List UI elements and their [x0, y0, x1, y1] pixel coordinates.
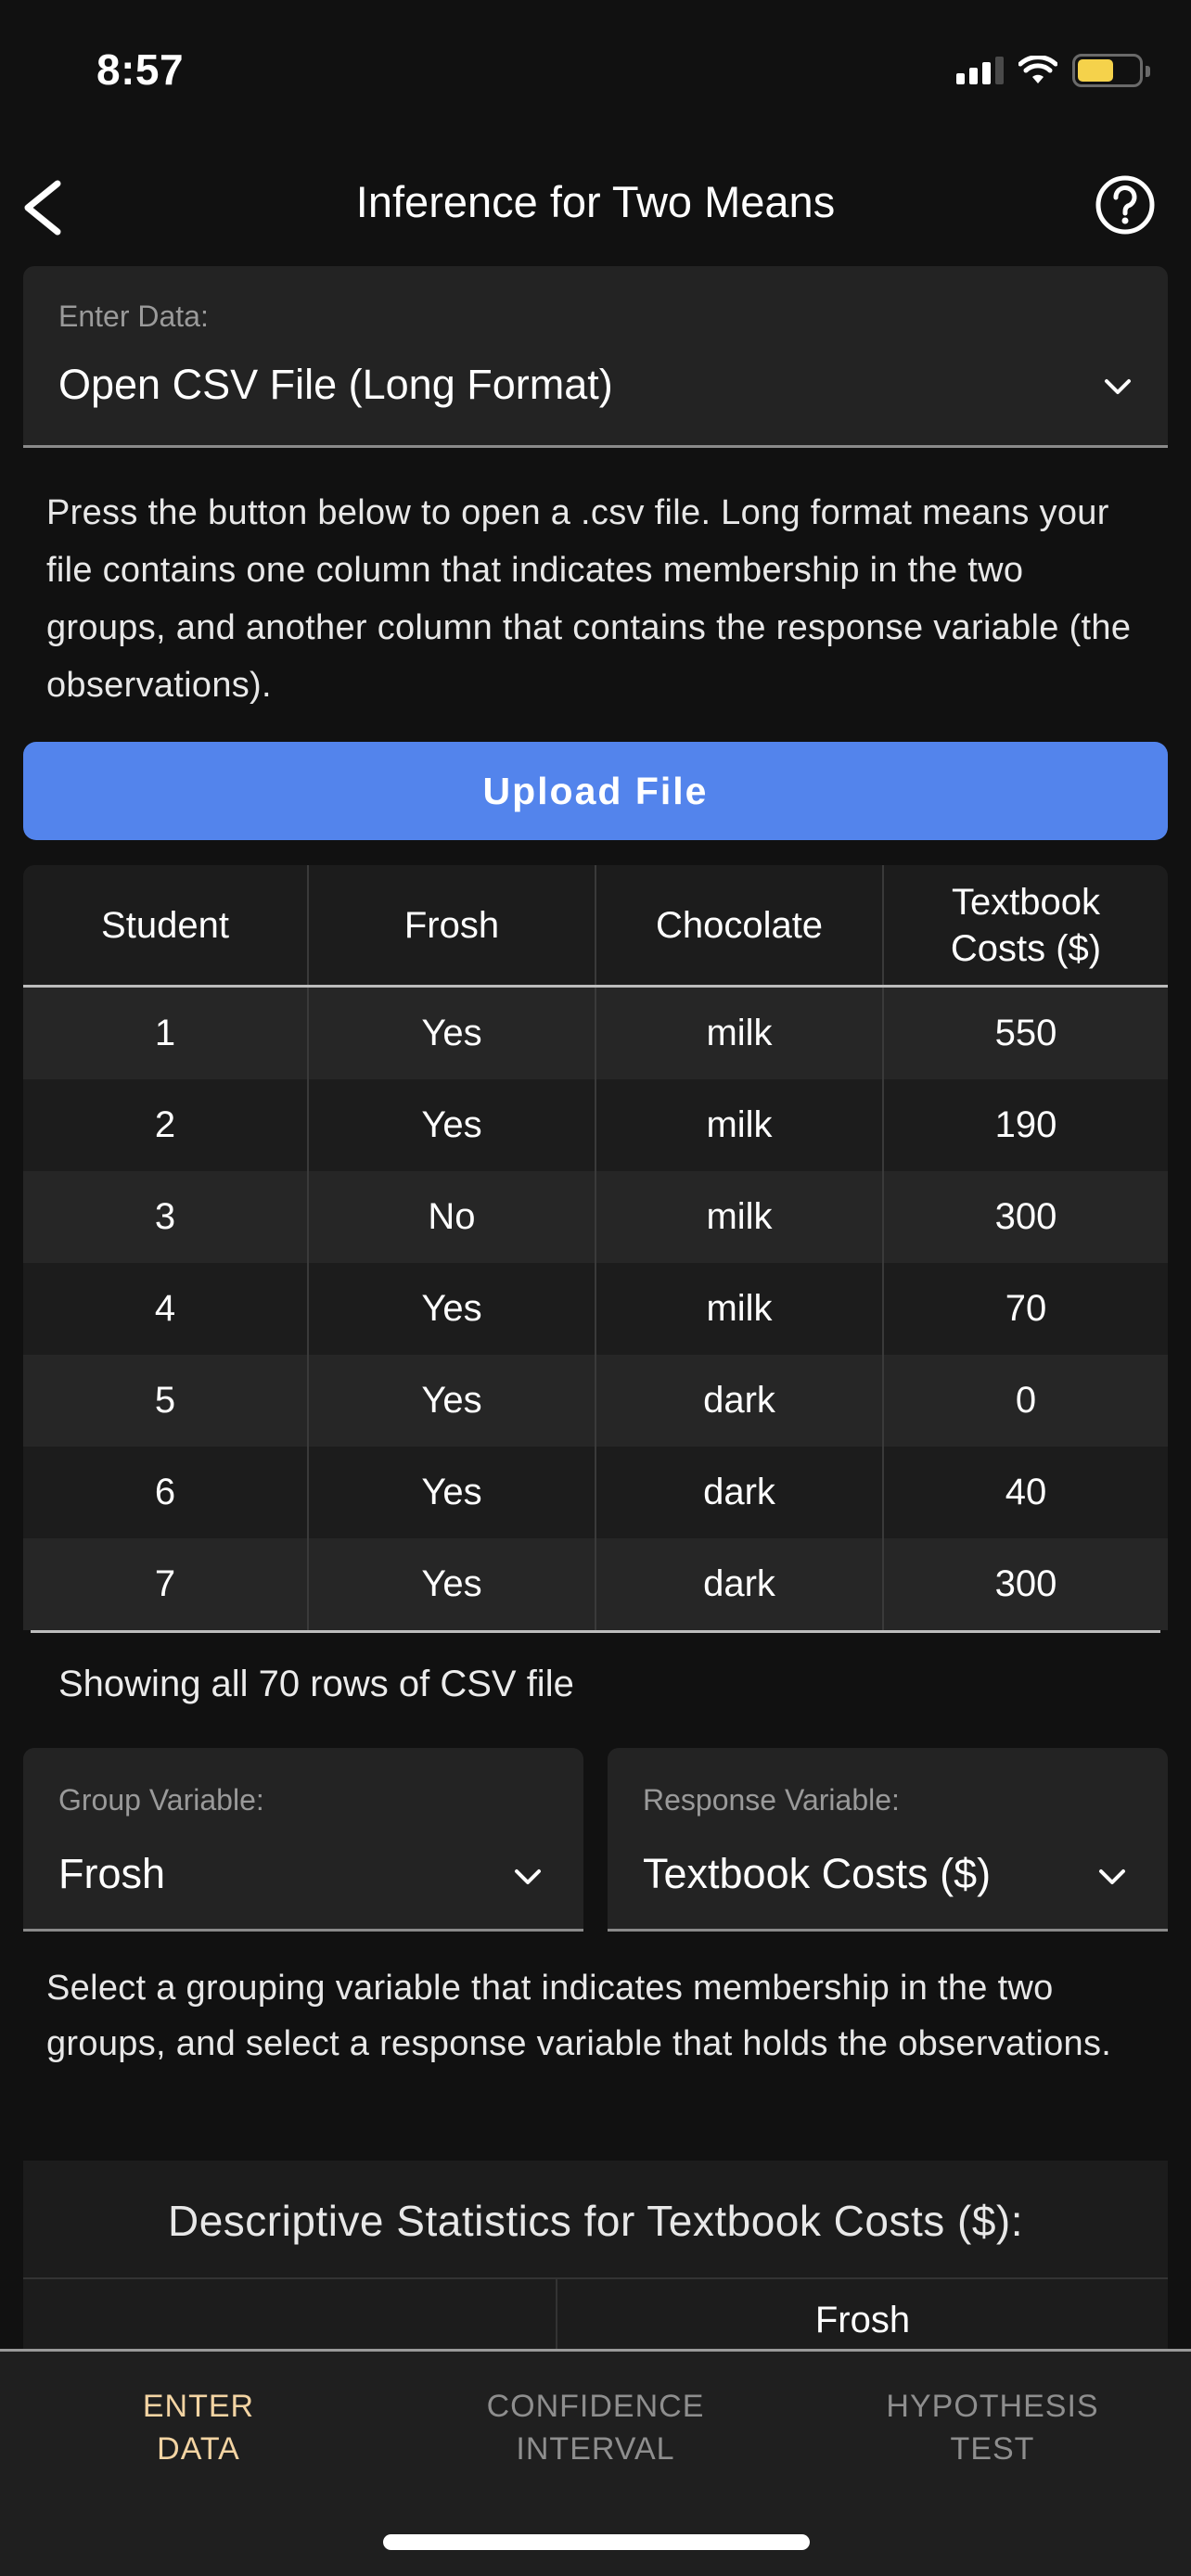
- page-title: Inference for Two Means: [355, 177, 836, 226]
- cell-chocolate: dark: [596, 1355, 884, 1447]
- cell-chocolate: milk: [596, 1079, 884, 1171]
- cell-student: 5: [23, 1355, 309, 1447]
- cell-chocolate: dark: [596, 1538, 884, 1630]
- status-icons: [956, 52, 1150, 89]
- help-button[interactable]: [1095, 174, 1156, 236]
- table-bottom-border: [31, 1630, 1160, 1633]
- tab-label-line2: DATA: [157, 2431, 240, 2467]
- cell-textbook-costs: 0: [1015, 1380, 1037, 1421]
- tab-label-line1: ENTER: [142, 2389, 255, 2424]
- column-header-frosh: Frosh: [309, 865, 596, 985]
- group-variable-select[interactable]: Group Variable: Frosh: [23, 1748, 583, 1932]
- tab-label-line1: CONFIDENCE: [486, 2389, 705, 2424]
- app-screen: 8:57 Inference for Two Means Enter Data:…: [0, 0, 1191, 2576]
- group-variable-label: Group Variable:: [58, 1783, 264, 1817]
- column-header-student: Student: [23, 865, 309, 985]
- question-circle-icon: [1095, 175, 1155, 235]
- cell-frosh: Yes: [309, 1355, 596, 1447]
- home-indicator[interactable]: [383, 2534, 810, 2550]
- cell-student: 2: [23, 1079, 309, 1171]
- wifi-icon: [1018, 56, 1057, 83]
- table-row: 3 No milk 300: [23, 1171, 1168, 1263]
- rows-count-note: Showing all 70 rows of CSV file: [58, 1664, 574, 1704]
- battery-icon: [1072, 54, 1150, 87]
- battery-level: [1078, 59, 1114, 82]
- chevron-down-icon: [1105, 379, 1131, 394]
- cell-textbook-costs: 40: [1005, 1472, 1047, 1512]
- column-header-frosh: Frosh: [814, 2300, 911, 2340]
- cell-frosh: Yes: [309, 1538, 596, 1630]
- enter-data-label: Enter Data:: [58, 300, 209, 333]
- cell-frosh: Yes: [309, 1079, 596, 1171]
- status-time: 8:57: [96, 45, 185, 94]
- cell-textbook-costs: 190: [994, 1104, 1057, 1145]
- response-variable-select[interactable]: Response Variable: Textbook Costs ($): [608, 1748, 1168, 1932]
- cell-student: 7: [23, 1538, 309, 1630]
- cell-frosh: Yes: [309, 988, 596, 1079]
- tab-label-line2: TEST: [950, 2431, 1035, 2467]
- cell-chocolate: dark: [596, 1447, 884, 1538]
- column-header-textbook-costs: Textbook Costs ($): [950, 881, 1102, 969]
- cell-textbook-costs: 70: [1005, 1288, 1047, 1329]
- descriptive-statistics-card: Descriptive Statistics for Textbook Cost…: [23, 2161, 1168, 2355]
- table-row: 4 Yes milk 70: [23, 1263, 1168, 1355]
- tab-enter-data[interactable]: ENTER DATA: [0, 2385, 397, 2470]
- table-row: 2 Yes milk 190: [23, 1079, 1168, 1171]
- cell-textbook-costs: 550: [994, 1013, 1057, 1053]
- cell-frosh: No: [309, 1171, 596, 1263]
- cell-chocolate: milk: [596, 1263, 884, 1355]
- chevron-down-icon: [515, 1869, 541, 1884]
- column-header-chocolate: Chocolate: [596, 865, 884, 985]
- csv-data-table: Student Frosh Chocolate Textbook Costs (…: [23, 865, 1168, 1630]
- response-variable-value: Textbook Costs ($): [643, 1850, 992, 1897]
- tab-hypothesis-test[interactable]: HYPOTHESIS TEST: [794, 2385, 1191, 2470]
- cell-student: 3: [23, 1171, 309, 1263]
- response-variable-label: Response Variable:: [643, 1783, 900, 1817]
- cellular-signal-icon: [956, 57, 1004, 84]
- cell-chocolate: milk: [596, 1171, 884, 1263]
- chevron-down-icon: [1099, 1869, 1125, 1884]
- table-row: 5 Yes dark 0: [23, 1355, 1168, 1447]
- table-header-row: Student Frosh Chocolate Textbook Costs (…: [23, 865, 1168, 988]
- cell-student: 1: [23, 988, 309, 1079]
- enter-data-value: Open CSV File (Long Format): [58, 361, 613, 408]
- cell-student: 6: [23, 1447, 309, 1538]
- group-variable-value: Frosh: [58, 1850, 166, 1897]
- intro-text: Press the button below to open a .csv fi…: [46, 493, 1132, 705]
- table-row: 7 Yes dark 300: [23, 1538, 1168, 1630]
- nav-bar: Inference for Two Means: [0, 148, 1191, 264]
- cell-chocolate: milk: [596, 988, 884, 1079]
- select-variables-help-text: Select a grouping variable that indicate…: [46, 1969, 1112, 2063]
- table-row: 1 Yes milk 550: [23, 988, 1168, 1079]
- tab-label-line2: INTERVAL: [516, 2431, 675, 2467]
- tab-label-line1: HYPOTHESIS: [886, 2389, 1099, 2424]
- cell-student: 4: [23, 1263, 309, 1355]
- enter-data-select[interactable]: Enter Data: Open CSV File (Long Format): [23, 266, 1168, 448]
- tab-confidence-interval[interactable]: CONFIDENCE INTERVAL: [397, 2385, 794, 2470]
- divider: [23, 2277, 1168, 2279]
- upload-file-button[interactable]: Upload File: [23, 742, 1168, 840]
- table-row: 6 Yes dark 40: [23, 1447, 1168, 1538]
- cell-frosh: Yes: [309, 1447, 596, 1538]
- cell-textbook-costs: 300: [994, 1563, 1057, 1604]
- cell-frosh: Yes: [309, 1263, 596, 1355]
- descriptive-statistics-title: Descriptive Statistics for Textbook Cost…: [168, 2197, 1023, 2245]
- cell-textbook-costs: 300: [994, 1196, 1057, 1237]
- status-bar: 8:57: [0, 0, 1191, 130]
